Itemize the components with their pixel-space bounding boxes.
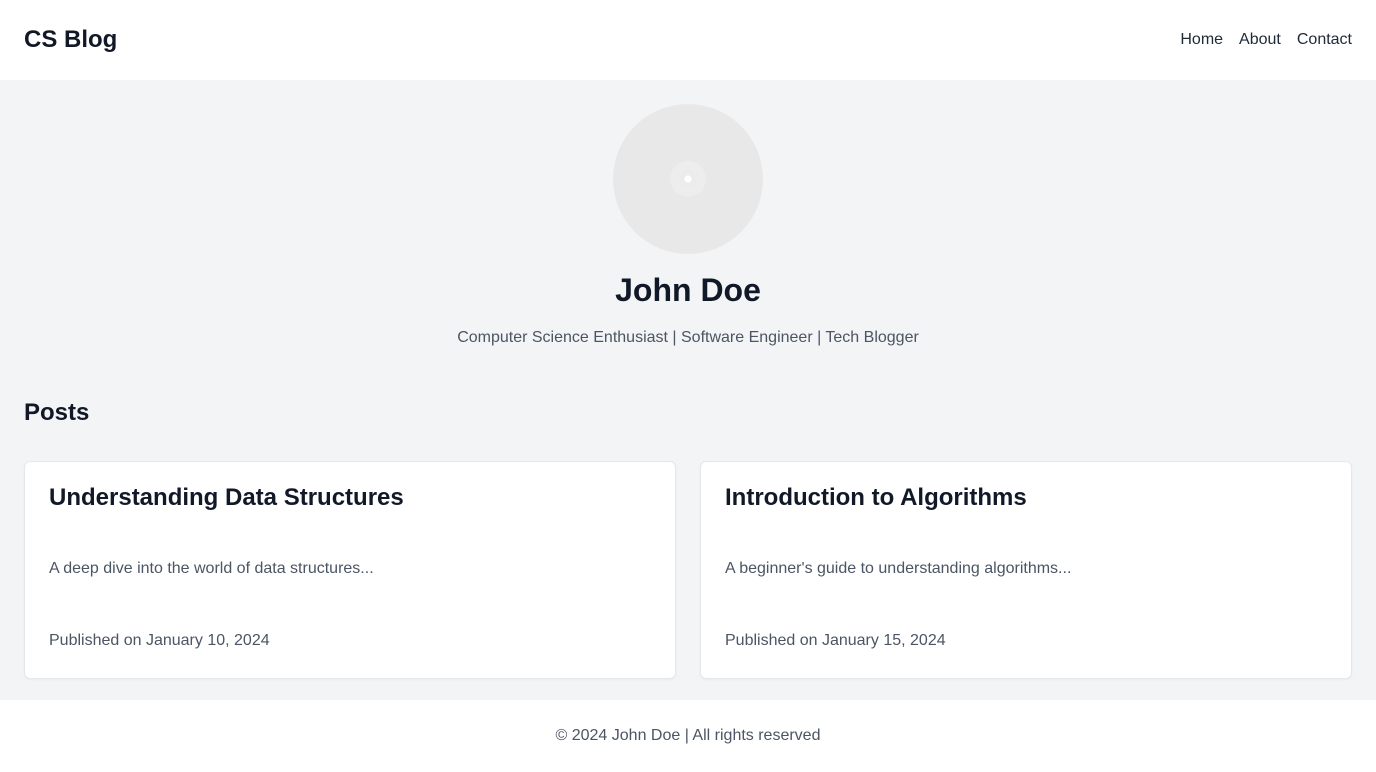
profile-section: John Doe Computer Science Enthusiast | S…	[24, 104, 1352, 347]
main-content: John Doe Computer Science Enthusiast | S…	[0, 80, 1376, 700]
main-nav: Home About Contact	[1180, 31, 1352, 49]
site-header: CS Blog Home About Contact	[0, 0, 1376, 80]
post-title[interactable]: Introduction to Algorithms	[725, 484, 1327, 512]
post-date: Published on January 15, 2024	[725, 632, 946, 649]
post-title[interactable]: Understanding Data Structures	[49, 484, 651, 512]
post-excerpt: A beginner's guide to understanding algo…	[725, 560, 1072, 577]
site-footer: © 2024 John Doe | All rights reserved	[0, 700, 1376, 772]
site-brand[interactable]: CS Blog	[24, 26, 117, 54]
posts-heading: Posts	[24, 399, 90, 426]
posts-grid: Understanding Data Structures A deep div…	[24, 461, 1352, 679]
post-card[interactable]: Introduction to Algorithms A beginner's …	[700, 461, 1352, 679]
profile-bio: Computer Science Enthusiast | Software E…	[457, 329, 919, 346]
post-date: Published on January 10, 2024	[49, 632, 270, 649]
nav-link-home[interactable]: Home	[1180, 31, 1223, 49]
post-card[interactable]: Understanding Data Structures A deep div…	[24, 461, 676, 679]
post-excerpt: A deep dive into the world of data struc…	[49, 560, 374, 577]
profile-name: John Doe	[615, 272, 761, 308]
footer-copyright: © 2024 John Doe | All rights reserved	[555, 727, 821, 744]
nav-link-contact[interactable]: Contact	[1297, 31, 1352, 49]
image-loading-icon	[670, 161, 706, 197]
avatar	[613, 104, 763, 254]
nav-link-about[interactable]: About	[1239, 31, 1281, 49]
